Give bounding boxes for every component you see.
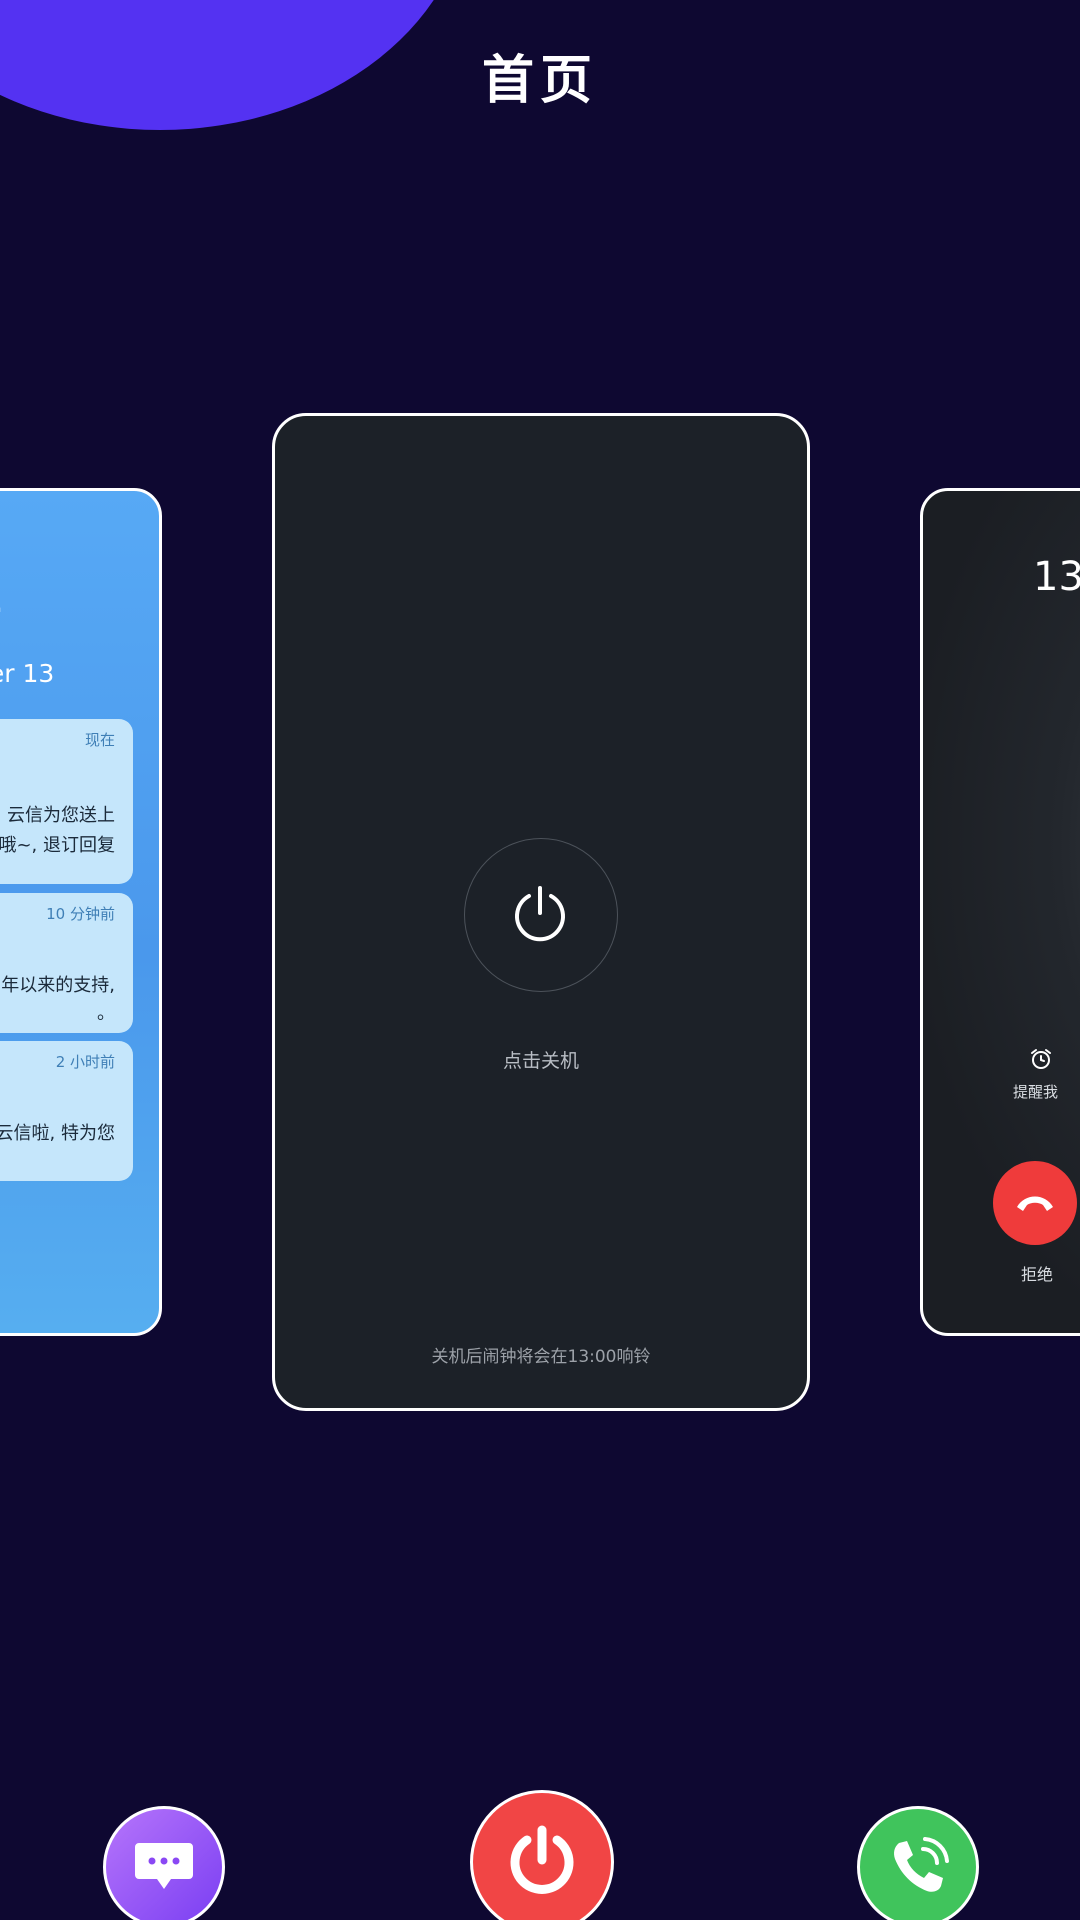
notification-card: 现在 云信为您送上 哦~, 退订回复 — [0, 719, 133, 884]
power-off-button[interactable] — [464, 838, 618, 992]
notification-time: 现在 — [84, 731, 115, 749]
phone-hangup-icon — [1017, 1196, 1053, 1211]
remind-me-label: 提醒我 — [1013, 1083, 1059, 1101]
power-icon — [515, 886, 565, 942]
notification-text: 您1年以来的支持, — [0, 975, 115, 996]
lock-screen-time: 1 — [0, 519, 13, 629]
notification-time: 10 分钟前 — [46, 905, 115, 923]
call-scene-card[interactable]: 135 提醒我 拒绝 — [920, 488, 1080, 1336]
power-off-label: 点击关机 — [502, 1050, 579, 1072]
phone-ringing-icon — [894, 1837, 949, 1892]
lock-screen-date: ber 13 — [0, 659, 55, 688]
page-title: 首页 — [481, 51, 598, 111]
notification-text: 。 — [97, 1003, 115, 1024]
alarm-clock-icon[interactable] — [1029, 1047, 1053, 1071]
notification-text: 云信为您送上 — [7, 805, 115, 826]
notification-text: 云信啦, 特为您 — [0, 1123, 115, 1144]
notification-scene-card[interactable]: 1 ber 13 现在 云信为您送上 哦~, 退订回复 10 分钟前 您1年以来… — [0, 488, 162, 1336]
power-off-scene-card[interactable]: 点击关机 关机后闹钟将会在13:00响铃 — [272, 413, 810, 1411]
notification-card: 2 小时前 云信啦, 特为您 — [0, 1041, 133, 1181]
home-screen: 首页 1 ber 13 现在 云信为您送上 哦~, 退订回复 10 分钟前 您1… — [0, 0, 1080, 1920]
power-icon — [510, 1825, 574, 1894]
call-screen-time: 135 — [1033, 554, 1080, 600]
message-button[interactable] — [103, 1806, 225, 1920]
decline-call-button[interactable] — [993, 1161, 1077, 1245]
chat-bubble-icon — [135, 1843, 193, 1889]
power-button[interactable] — [470, 1790, 614, 1920]
notification-text: 哦~, 退订回复 — [0, 835, 115, 856]
decline-label: 拒绝 — [1021, 1265, 1054, 1284]
call-button[interactable] — [857, 1806, 979, 1920]
notification-card: 10 分钟前 您1年以来的支持, 。 — [0, 893, 133, 1033]
notification-time: 2 小时前 — [55, 1053, 115, 1071]
alarm-note: 关机后闹钟将会在13:00响铃 — [431, 1347, 651, 1367]
